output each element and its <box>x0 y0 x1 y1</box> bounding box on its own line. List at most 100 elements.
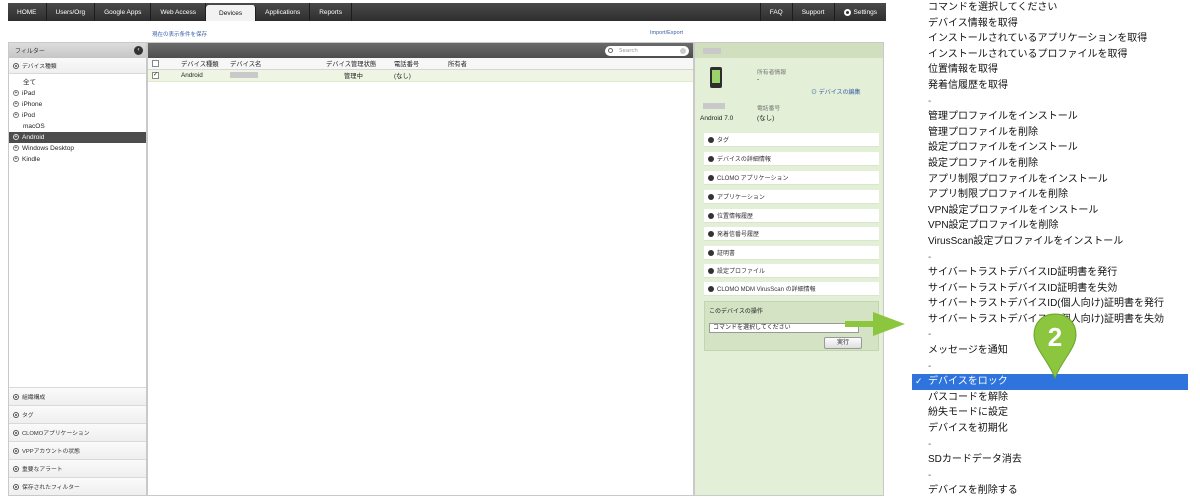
section-device-details[interactable]: デバイスの詳細情報 <box>704 152 879 166</box>
menu-item[interactable]: 設定プロファイルをインストール <box>912 140 1188 156</box>
menu-item[interactable]: VPN設定プロファイルを削除 <box>912 218 1188 234</box>
section-config-profiles[interactable]: 設定プロファイル <box>704 264 879 278</box>
search-input[interactable]: Search <box>605 46 689 56</box>
row-checkbox[interactable]: ✓ <box>152 72 159 79</box>
menu-item-label: 管理プロファイルをインストール <box>928 111 1078 123</box>
nav-home[interactable]: HOME <box>8 3 47 21</box>
menu-item[interactable]: アプリ制限プロファイルをインストール <box>912 172 1188 188</box>
save-filter-link[interactable]: 現在の表示条件を保存 <box>152 30 207 38</box>
nav-applications[interactable]: Applications <box>256 3 311 21</box>
redacted-device-name <box>703 47 721 54</box>
expand-icon: + <box>13 156 19 163</box>
menu-item[interactable]: 紛失モードに設定 <box>912 405 1188 421</box>
col-owner[interactable]: 所有者 <box>448 59 508 68</box>
menu-item[interactable]: アプリ制限プロファイルを削除 <box>912 187 1188 203</box>
device-type-kindle[interactable]: + Kindle <box>9 154 146 165</box>
menu-item-label: インストールされているアプリケーションを取得 <box>928 33 1148 45</box>
table-row[interactable]: ✓ Android 管理中 (なし) <box>148 70 693 82</box>
device-table-panel: Search デバイス種類 デバイス名 デバイス管理状態 電話番号 所有者 ✓ … <box>147 42 694 496</box>
menu-item[interactable]: VirusScan設定プロファイルをインストール <box>912 234 1188 250</box>
device-type-iphone[interactable]: + iPhone <box>9 99 146 110</box>
menu-item-label: インストールされているプロファイルを取得 <box>928 48 1128 60</box>
menu-item[interactable]: SDカードデータ消去 <box>912 452 1188 468</box>
nav-faq[interactable]: FAQ <box>759 3 792 21</box>
import-export-link[interactable]: Import/Export <box>650 30 683 36</box>
section-organization[interactable]: 組織構成 <box>9 387 146 405</box>
menu-item[interactable]: VPN設定プロファイルをインストール <box>912 203 1188 219</box>
expand-icon: + <box>13 112 19 119</box>
menu-item[interactable]: インストールされているアプリケーションを取得 <box>912 31 1188 47</box>
clear-icon[interactable] <box>680 48 686 54</box>
section-vpp-status[interactable]: VPPアカウントの状態 <box>9 441 146 459</box>
menu-item[interactable]: デバイス情報を取得 <box>912 16 1188 32</box>
menu-item-label: デバイスを初期化 <box>928 423 1008 435</box>
section-important-alerts[interactable]: 重要なアラート <box>9 459 146 477</box>
device-type-macos[interactable]: macOS <box>9 121 146 132</box>
col-management-state[interactable]: デバイス管理状態 <box>326 59 394 68</box>
device-type-label: デバイス種類 <box>22 64 57 70</box>
col-device-name[interactable]: デバイス名 <box>230 59 326 68</box>
nav-web-access[interactable]: Web Access <box>151 3 207 21</box>
section-call-history[interactable]: 発着信番号履歴 <box>704 227 879 241</box>
section-virusscan-details[interactable]: CLOMO MDM VirusScan の詳細情報 <box>704 282 879 296</box>
section-clomo-apps[interactable]: CLOMOアプリケーション <box>9 423 146 441</box>
expand-icon <box>708 174 714 181</box>
device-type-android[interactable]: + Android <box>9 132 146 143</box>
menu-item[interactable]: デバイスを削除する <box>912 483 1188 499</box>
section-toggle-icon <box>13 447 19 454</box>
collapse-icon[interactable]: ‹ <box>134 46 143 55</box>
section-location-history[interactable]: 位置情報履歴 <box>704 209 879 223</box>
menu-item[interactable]: 発着信履歴を取得 <box>912 78 1188 94</box>
col-device-type[interactable]: デバイス種類 <box>181 59 230 68</box>
nav-users-org[interactable]: Users/Org <box>47 3 96 21</box>
menu-item[interactable]: サイバートラストデバイスID(個人向け)証明書を発行 <box>912 296 1188 312</box>
menu-item[interactable]: パスコードを解除 <box>912 390 1188 406</box>
device-type-label: iPhone <box>22 101 43 108</box>
menu-item-label: サイバートラストデバイスID証明書を失効 <box>928 282 1118 294</box>
menu-item-label: サイバートラストデバイスID証明書を発行 <box>928 267 1118 279</box>
device-type-ipod[interactable]: + iPod <box>9 110 146 121</box>
command-select[interactable]: コマンドを選択してください <box>709 323 859 333</box>
nav-devices[interactable]: Devices <box>206 5 257 21</box>
nav-support[interactable]: Support <box>791 3 834 21</box>
expand-icon <box>708 249 714 256</box>
menu-item[interactable]: 位置情報を取得 <box>912 62 1188 78</box>
device-type-label: Windows Desktop <box>22 145 75 152</box>
menu-item[interactable]: コマンドを選択してください <box>912 0 1188 16</box>
section-toggle-icon <box>13 429 19 436</box>
device-type-ipad[interactable]: + iPad <box>9 88 146 99</box>
menu-item[interactable]: 設定プロファイルを削除 <box>912 156 1188 172</box>
section-tags[interactable]: タグ <box>9 405 146 423</box>
redacted-name <box>703 103 725 109</box>
section-tags[interactable]: タグ <box>704 133 879 147</box>
edit-device-label: デバイスの編集 <box>818 90 861 96</box>
section-applications[interactable]: アプリケーション <box>704 190 879 204</box>
device-type-section[interactable]: デバイス種類 <box>9 58 146 74</box>
step-badge-icon: 2 <box>1033 313 1077 380</box>
section-label: 保存されたフィルター <box>22 485 80 491</box>
edit-device-link[interactable]: ⊙ デバイスの編集 <box>811 87 861 96</box>
menu-item-label: VPN設定プロファイルをインストール <box>928 204 1099 216</box>
menu-item-label: 位置情報を取得 <box>928 64 998 76</box>
expand-icon: + <box>13 90 19 97</box>
section-toggle-icon <box>13 393 19 400</box>
section-certificates[interactable]: 証明書 <box>704 246 879 260</box>
menu-item[interactable]: 管理プロファイルを削除 <box>912 125 1188 141</box>
select-all-checkbox[interactable] <box>152 60 159 67</box>
menu-item[interactable]: インストールされているプロファイルを取得 <box>912 47 1188 63</box>
device-type-label: iPod <box>22 112 36 119</box>
menu-item[interactable]: サイバートラストデバイスID証明書を発行 <box>912 265 1188 281</box>
section-saved-filters[interactable]: 保存されたフィルター <box>9 477 146 495</box>
section-clomo-apps[interactable]: CLOMO アプリケーション <box>704 171 879 185</box>
col-phone[interactable]: 電話番号 <box>394 59 448 68</box>
arrow-pointer-icon <box>845 312 905 336</box>
nav-settings[interactable]: Settings <box>833 3 887 21</box>
nav-reports[interactable]: Reports <box>310 3 352 21</box>
menu-item[interactable]: デバイスを初期化 <box>912 421 1188 437</box>
device-type-all[interactable]: 全て <box>9 77 146 88</box>
menu-item[interactable]: サイバートラストデバイスID証明書を失効 <box>912 281 1188 297</box>
owner-label: 所有者情報 <box>757 70 786 76</box>
nav-google-apps[interactable]: Google Apps <box>95 3 152 21</box>
device-type-windows-desktop[interactable]: + Windows Desktop <box>9 143 146 154</box>
menu-item[interactable]: 管理プロファイルをインストール <box>912 109 1188 125</box>
